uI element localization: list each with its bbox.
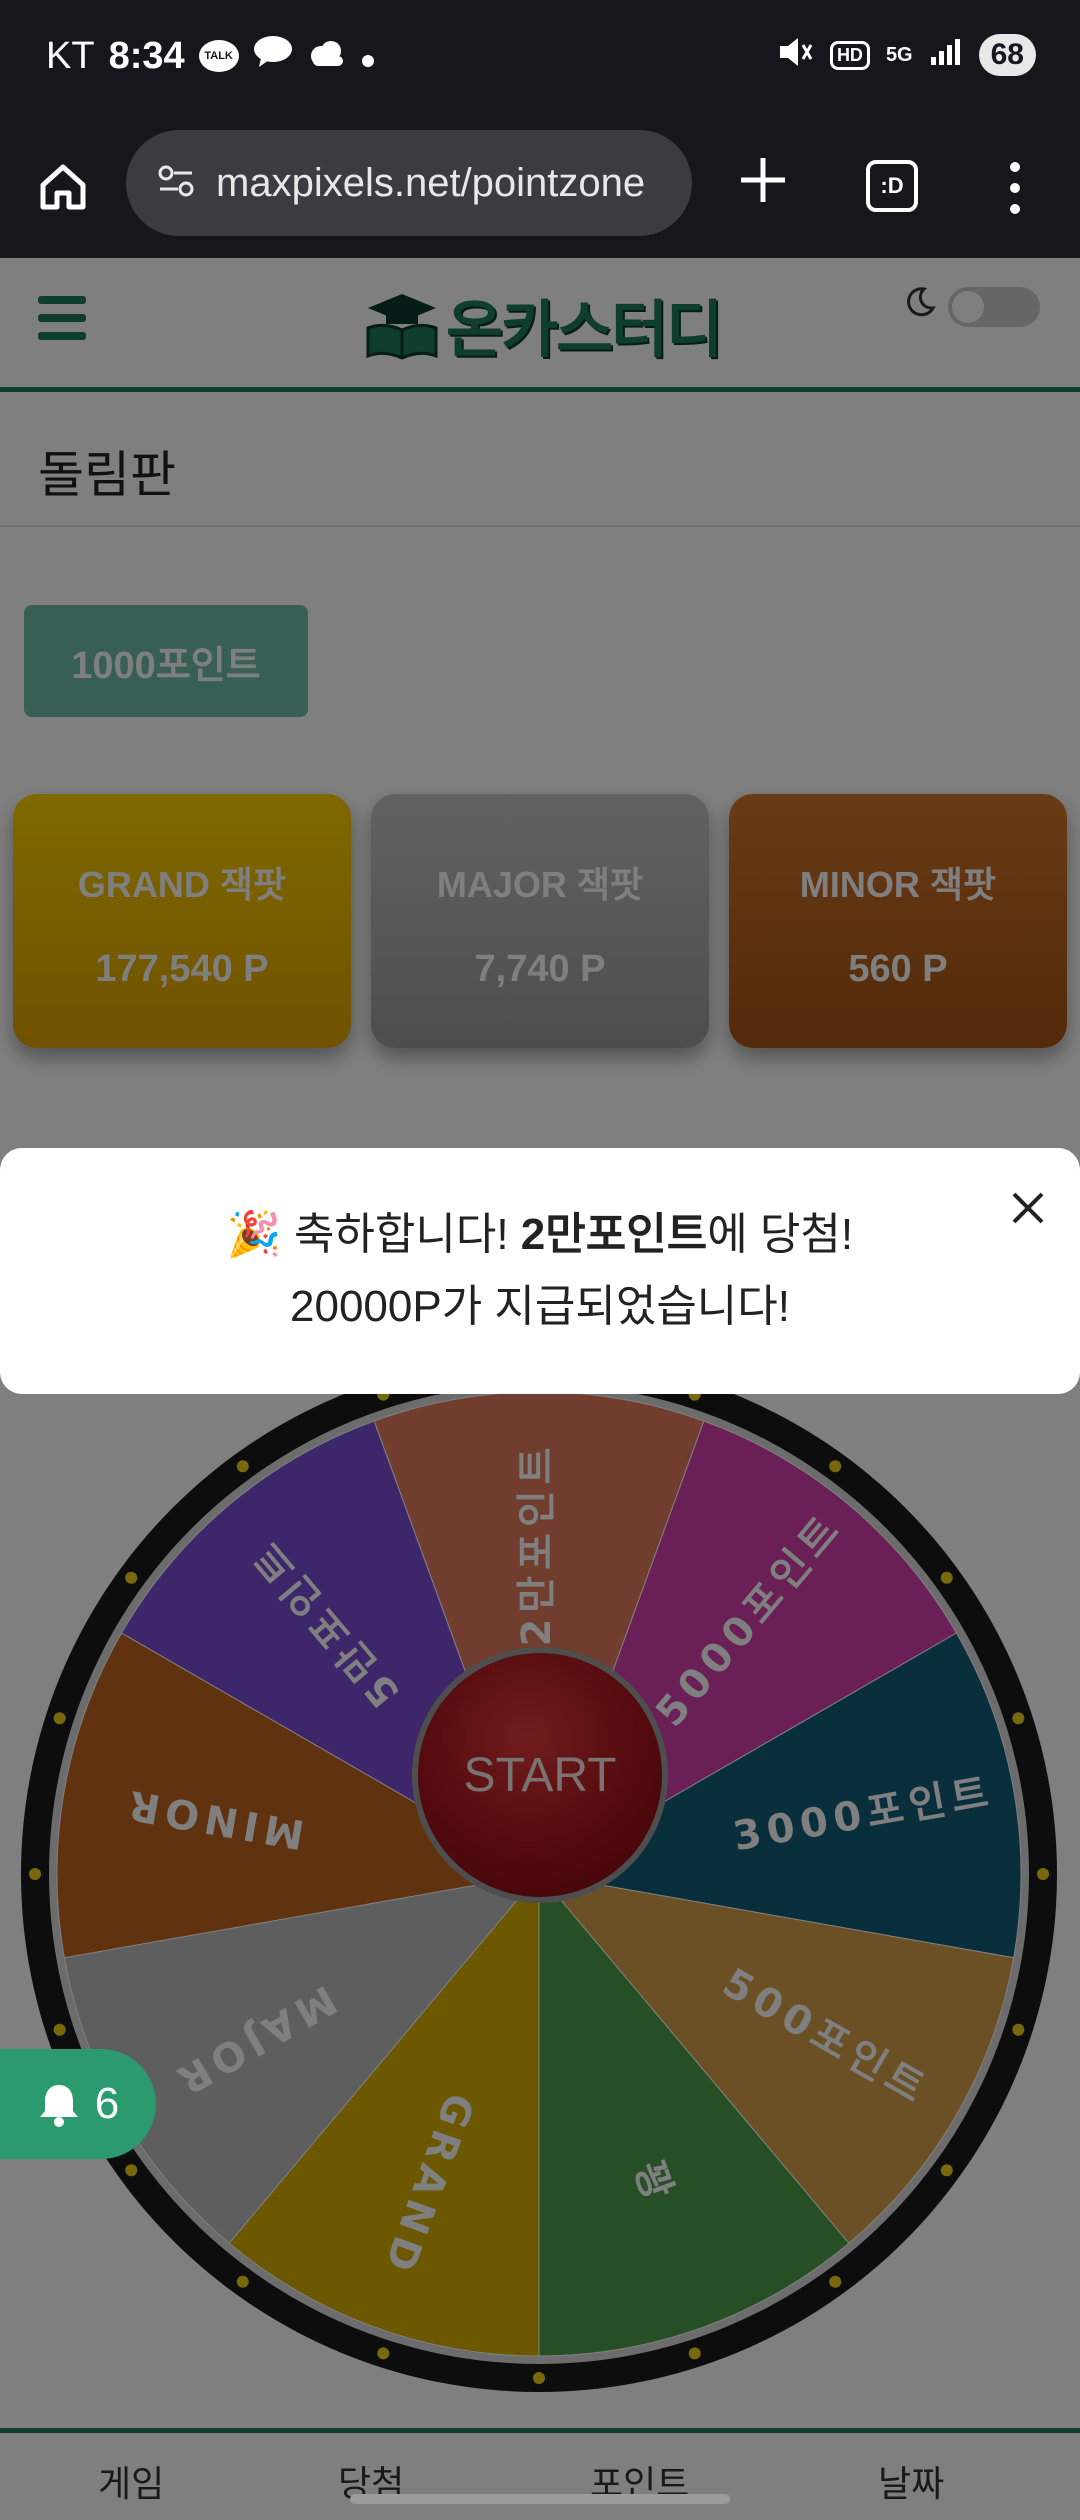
notification-button[interactable]: 6 [0, 2049, 156, 2159]
chat-icon [253, 34, 293, 78]
home-icon [40, 164, 86, 210]
status-left: KT 8:34 TALK [46, 34, 375, 78]
menu-dot [1010, 162, 1020, 172]
bell-icon [39, 2085, 78, 2127]
status-right: HD 5G 68 [776, 34, 1036, 76]
screen: KT 8:34 TALK HD 5G 68 maxpixels.net/poin… [0, 0, 1080, 2520]
close-icon [1012, 1192, 1044, 1224]
tab-switcher-button[interactable]: :D [866, 160, 918, 212]
win-toast: 🎉 축하합니다! 2만포인트에 당첨! 20000P가 지급되었습니다! [0, 1148, 1080, 1394]
party-icon: 🎉 [226, 1210, 282, 1259]
battery-indicator: 68 [978, 34, 1036, 76]
url-text[interactable]: maxpixels.net/pointzone [216, 161, 676, 206]
toast-prize: 2만포인트 [520, 1210, 708, 1259]
gesture-bar[interactable] [350, 2494, 730, 2504]
toast-suffix: 에 당첨! [707, 1210, 854, 1259]
site-settings-icon[interactable] [156, 161, 196, 206]
mute-icon [776, 35, 814, 76]
browser-toolbar: maxpixels.net/pointzone :D [0, 120, 1080, 258]
status-bar: KT 8:34 TALK HD 5G 68 [0, 0, 1080, 120]
carrier-label: KT [46, 34, 95, 77]
menu-dot [1010, 183, 1020, 193]
kakaotalk-icon: TALK [198, 40, 239, 72]
hd-icon: HD [829, 40, 870, 70]
address-bar[interactable]: maxpixels.net/pointzone [126, 130, 692, 236]
plus-icon [741, 158, 785, 202]
clock-time: 8:34 [108, 34, 185, 77]
browser-menu-button[interactable] [1000, 156, 1030, 220]
toast-message-line2: 20000P가 지급되었습니다! [290, 1282, 790, 1331]
new-tab-button[interactable] [728, 150, 798, 220]
cloud-icon [307, 35, 347, 78]
signal-icon [929, 37, 963, 74]
home-button[interactable] [30, 154, 96, 220]
menu-dot [1010, 204, 1020, 214]
toast-prefix: 축하합니다! [281, 1210, 521, 1259]
toast-message-line1: 🎉 축하합니다! 2만포인트에 당첨! [0, 1198, 1080, 1262]
notification-count: 6 [94, 2079, 120, 2128]
network-label: 5G [885, 43, 913, 66]
dot-icon [361, 35, 375, 78]
close-button[interactable] [1008, 1188, 1048, 1228]
